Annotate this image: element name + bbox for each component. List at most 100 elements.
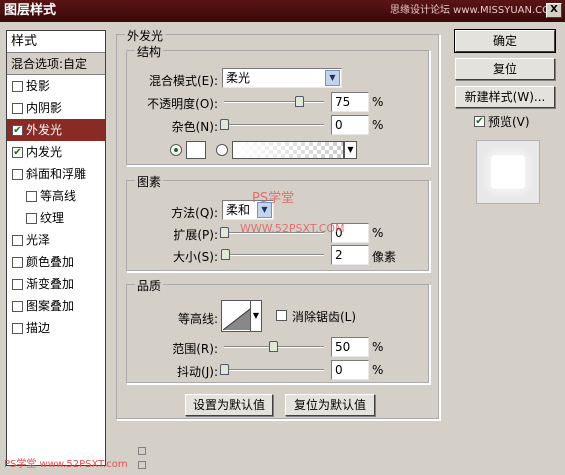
contour-label: 等高线: bbox=[177, 312, 218, 326]
jitter-slider-handle[interactable] bbox=[220, 364, 229, 375]
style-item[interactable]: 内阴影 bbox=[7, 97, 105, 119]
style-item-checkbox[interactable] bbox=[12, 80, 23, 92]
jitter-label: 抖动(J): bbox=[177, 365, 218, 379]
antialias-checkbox[interactable] bbox=[276, 310, 287, 321]
size-unit: 像素 bbox=[372, 250, 397, 264]
style-item[interactable]: 斜面和浮雕 bbox=[7, 163, 105, 185]
title-watermark: 思缘设计论坛 www.MISSYUAN.COM bbox=[390, 5, 559, 16]
ok-button[interactable]: 确定 bbox=[454, 29, 556, 53]
watermark-center: PS学堂 bbox=[252, 191, 295, 206]
preview-checkbox[interactable] bbox=[474, 116, 485, 127]
opacity-unit: % bbox=[372, 95, 384, 109]
size-slider-handle[interactable] bbox=[221, 249, 230, 260]
chevron-down-icon[interactable]: ▼ bbox=[344, 141, 357, 159]
style-item[interactable]: 渐变叠加 bbox=[7, 273, 105, 295]
elements-legend: 图素 bbox=[135, 173, 164, 190]
size-label: 大小(S): bbox=[172, 250, 218, 264]
opacity-slider-handle[interactable] bbox=[295, 96, 304, 107]
style-item-label: 颜色叠加 bbox=[26, 255, 75, 269]
opacity-input[interactable]: 75 bbox=[331, 92, 369, 112]
method-value: 柔和 bbox=[226, 203, 251, 217]
glow-gradient-picker[interactable] bbox=[232, 141, 344, 159]
style-list: 样式 混合选项:自定 投影内阴影外发光内发光斜面和浮雕等高线纹理光泽颜色叠加渐变… bbox=[6, 30, 106, 466]
style-item-label: 纹理 bbox=[40, 211, 65, 225]
style-item-label: 等高线 bbox=[40, 189, 77, 203]
solid-color-radio[interactable] bbox=[170, 144, 182, 156]
spread-slider-handle[interactable] bbox=[220, 227, 229, 238]
preview-toggle[interactable]: 预览(V) bbox=[474, 113, 530, 130]
style-item-label: 外发光 bbox=[26, 123, 63, 137]
reset-button[interactable]: 复位 bbox=[455, 58, 555, 80]
style-item-label: 光泽 bbox=[26, 233, 51, 247]
style-item[interactable]: 等高线 bbox=[7, 185, 105, 207]
preview-swatch bbox=[491, 155, 525, 189]
style-item[interactable]: 描边 bbox=[7, 317, 105, 339]
style-item[interactable]: 投影 bbox=[7, 75, 105, 97]
style-item-checkbox[interactable] bbox=[12, 102, 23, 114]
opacity-slider[interactable] bbox=[224, 96, 324, 107]
size-slider[interactable] bbox=[221, 249, 324, 260]
spread-unit: % bbox=[372, 226, 384, 240]
jitter-slider[interactable] bbox=[220, 364, 324, 375]
style-item-label: 描边 bbox=[26, 321, 51, 335]
style-item[interactable]: 内发光 bbox=[7, 141, 105, 163]
style-item-checkbox[interactable] bbox=[12, 278, 23, 290]
quality-legend: 品质 bbox=[135, 277, 164, 294]
range-slider-handle[interactable] bbox=[269, 341, 278, 352]
window-title: 图层样式 bbox=[4, 3, 57, 18]
outer-glow-title: 外发光 bbox=[125, 27, 166, 44]
blend-options-item[interactable]: 混合选项:自定 bbox=[7, 53, 105, 75]
watermark-url: WWW.52PSXT.COM bbox=[240, 222, 345, 235]
style-item[interactable]: 颜色叠加 bbox=[7, 251, 105, 273]
style-item-checkbox[interactable] bbox=[12, 256, 23, 268]
style-item-checkbox[interactable] bbox=[26, 190, 37, 202]
range-input[interactable]: 50 bbox=[331, 337, 369, 357]
resize-handle-icon bbox=[138, 447, 146, 455]
style-item-label: 渐变叠加 bbox=[26, 277, 75, 291]
jitter-input[interactable]: 0 bbox=[331, 360, 369, 380]
chevron-down-icon[interactable]: ▼ bbox=[250, 300, 262, 332]
style-item-label: 斜面和浮雕 bbox=[26, 167, 87, 181]
style-item-checkbox[interactable] bbox=[12, 322, 23, 334]
bottom-watermark: PS学堂 www.52PSXT.com bbox=[4, 459, 128, 470]
structure-legend: 结构 bbox=[135, 43, 164, 60]
style-item[interactable]: 图案叠加 bbox=[7, 295, 105, 317]
spread-label: 扩展(P): bbox=[173, 228, 218, 242]
range-slider[interactable] bbox=[224, 341, 324, 352]
size-input[interactable]: 2 bbox=[331, 245, 369, 265]
style-item[interactable]: 光泽 bbox=[7, 229, 105, 251]
style-item-label: 内发光 bbox=[26, 145, 63, 159]
make-default-button[interactable]: 设置为默认值 bbox=[185, 394, 273, 416]
style-item-label: 内阴影 bbox=[26, 101, 63, 115]
jitter-unit: % bbox=[372, 363, 384, 377]
style-item[interactable]: 纹理 bbox=[7, 207, 105, 229]
blend-mode-select[interactable]: 柔光 ▼ bbox=[222, 68, 342, 88]
noise-slider-handle[interactable] bbox=[220, 119, 229, 130]
style-item-checkbox[interactable] bbox=[12, 300, 23, 312]
blend-mode-value: 柔光 bbox=[226, 71, 251, 85]
glow-color-swatch[interactable] bbox=[186, 141, 206, 159]
close-button[interactable]: X bbox=[546, 3, 562, 18]
range-unit: % bbox=[372, 340, 384, 354]
style-preview bbox=[476, 140, 540, 204]
gradient-radio[interactable] bbox=[216, 144, 228, 156]
noise-unit: % bbox=[372, 118, 384, 132]
style-item-checkbox[interactable] bbox=[12, 124, 23, 136]
style-item-label: 投影 bbox=[26, 79, 51, 93]
style-list-header[interactable]: 样式 bbox=[7, 31, 105, 53]
resize-handle-icon bbox=[138, 461, 146, 469]
style-item-checkbox[interactable] bbox=[12, 146, 23, 158]
style-item-checkbox[interactable] bbox=[12, 168, 23, 180]
style-item-checkbox[interactable] bbox=[26, 212, 37, 224]
opacity-label: 不透明度(O): bbox=[147, 97, 218, 111]
style-item-label: 图案叠加 bbox=[26, 299, 75, 313]
noise-slider[interactable] bbox=[220, 119, 324, 130]
chevron-down-icon: ▼ bbox=[325, 70, 340, 86]
noise-input[interactable]: 0 bbox=[331, 115, 369, 135]
antialias-label[interactable]: 消除锯齿(L) bbox=[292, 308, 356, 325]
style-item-checkbox[interactable] bbox=[12, 234, 23, 246]
new-style-button[interactable]: 新建样式(W)... bbox=[455, 86, 555, 108]
title-bar: 图层样式 思缘设计论坛 www.MISSYUAN.COM X bbox=[0, 0, 565, 22]
reset-default-button[interactable]: 复位为默认值 bbox=[285, 394, 375, 416]
style-item[interactable]: 外发光 bbox=[7, 119, 105, 141]
